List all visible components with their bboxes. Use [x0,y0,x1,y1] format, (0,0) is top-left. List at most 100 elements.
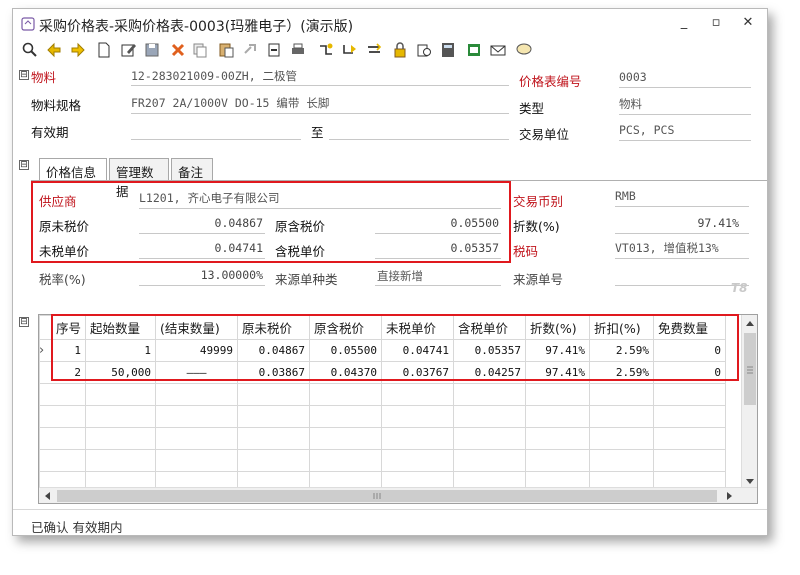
grid-cell[interactable] [85,405,157,428]
grid-cell[interactable] [453,383,527,406]
grid-cell[interactable] [525,427,591,450]
tax-unit-value: 0.05357 [450,241,499,255]
grid-cell[interactable] [237,449,311,472]
validity-to-field[interactable] [329,139,509,140]
grid-empty-row[interactable] [38,405,727,428]
grid-cell[interactable] [155,383,239,406]
grid-cell[interactable] [589,449,655,472]
link-icon[interactable] [241,41,259,61]
untax-unit-value: 0.04741 [214,241,263,255]
price-no-label: 价格表编号 [519,74,582,89]
save-icon[interactable] [143,41,161,61]
grid-cell[interactable] [525,449,591,472]
grid-cell[interactable] [309,427,383,450]
unit-value: PCS, PCS [619,123,675,137]
validity-from-field[interactable] [131,139,301,140]
grid-cell[interactable] [381,383,455,406]
version-watermark: T8 [731,281,748,295]
grid-cell[interactable] [525,405,591,428]
discount-value: 97.41% [697,216,739,230]
header-collapse-toggle[interactable]: ⊟ [19,70,29,80]
grid-cell[interactable] [309,405,383,428]
grid-cell[interactable] [237,383,311,406]
flow-c-icon[interactable] [365,41,383,61]
lock-icon[interactable] [391,41,409,61]
app-icon [21,17,35,31]
minimize-button[interactable]: _ [673,15,695,33]
grid-cell[interactable] [653,383,727,406]
tab-notes[interactable]: 备注 [171,158,213,180]
grid-cell[interactable] [309,383,383,406]
tabs-collapse-toggle[interactable]: ⊟ [19,160,29,170]
calc-icon[interactable] [439,41,457,61]
close-button[interactable]: ✕ [737,15,759,33]
flow-b-icon[interactable] [341,41,359,61]
excel-icon[interactable] [465,41,483,61]
window-title: 采购价格表-采购价格表-0003(玛雅电子）(演示版) [39,19,354,35]
grid-cell[interactable] [589,427,655,450]
print-icon[interactable] [289,41,307,61]
type-label: 类型 [519,101,545,116]
grid-cell[interactable] [381,427,455,450]
arrow-right-icon[interactable] [69,41,87,61]
grid-cell[interactable] [38,427,87,450]
grid-cell[interactable] [38,383,87,406]
current-row-marker: › [39,343,45,358]
chat-icon[interactable] [515,41,533,61]
grid-cell[interactable] [38,449,87,472]
supplier-value[interactable]: L1201, 齐心电子有限公司 [139,190,279,206]
copy-icon[interactable] [191,41,209,61]
source-type-value: 直接新增 [377,269,423,283]
magnify-icon[interactable] [21,41,39,61]
import-icon[interactable] [265,41,283,61]
grid-cell[interactable] [237,405,311,428]
arrow-left-icon[interactable] [45,41,63,61]
orig-tax-value: 0.05500 [450,216,499,230]
grid-cell[interactable] [38,405,87,428]
grid-cell[interactable] [237,427,311,450]
grid-cell[interactable] [155,427,239,450]
edit-icon[interactable] [119,41,137,61]
grid-cell[interactable] [453,427,527,450]
grid-cell[interactable] [155,449,239,472]
flow-a-icon[interactable] [317,41,335,61]
grid-cell[interactable] [85,383,157,406]
grid-cell[interactable] [453,405,527,428]
title-bar: 采购价格表-采购价格表-0003(玛雅电子）(演示版) _ ▫ ✕ [13,9,767,39]
untax-unit-label: 未税单价 [39,244,90,259]
material-label: 物料 [31,70,57,85]
paste-icon[interactable] [217,41,235,61]
grid-cell[interactable] [653,405,727,428]
audit-icon[interactable] [415,41,433,61]
grid-cell[interactable] [309,449,383,472]
maximize-button[interactable]: ▫ [705,15,727,33]
grid-cell[interactable] [589,383,655,406]
vertical-scrollbar[interactable] [741,315,757,503]
grid-cell[interactable] [85,449,157,472]
tab-management[interactable]: 管理数据 [109,158,169,199]
grid-cell[interactable] [589,405,655,428]
grid-cell[interactable] [381,405,455,428]
delete-icon[interactable] [169,41,187,61]
price-no-value: 0003 [619,70,647,84]
grid-cell[interactable] [653,449,727,472]
spec-value: FR207 2A/1000V DO-15 编带 长脚 [131,96,330,110]
grid-cell[interactable] [453,449,527,472]
grid-empty-row[interactable] [38,427,727,450]
grid-cell[interactable] [653,427,727,450]
grid-cell[interactable] [155,405,239,428]
grid-cell[interactable] [85,427,157,450]
taxcode-value[interactable]: VT013, 增值税13% [615,240,719,256]
tax-unit-label: 含税单价 [275,244,326,259]
mail-icon[interactable] [489,41,507,61]
grid-empty-row[interactable] [38,383,727,406]
discount-label: 折数(%) [513,219,560,234]
horizontal-scrollbar[interactable] [39,487,757,503]
grid-empty-row[interactable] [38,449,727,472]
tab-price-info[interactable]: 价格信息 [39,158,107,181]
source-no-label: 来源单号 [513,272,564,287]
grid-cell[interactable] [525,383,591,406]
new-doc-icon[interactable] [95,41,113,61]
grid-collapse-toggle[interactable]: ⊟ [19,317,29,327]
grid-cell[interactable] [381,449,455,472]
